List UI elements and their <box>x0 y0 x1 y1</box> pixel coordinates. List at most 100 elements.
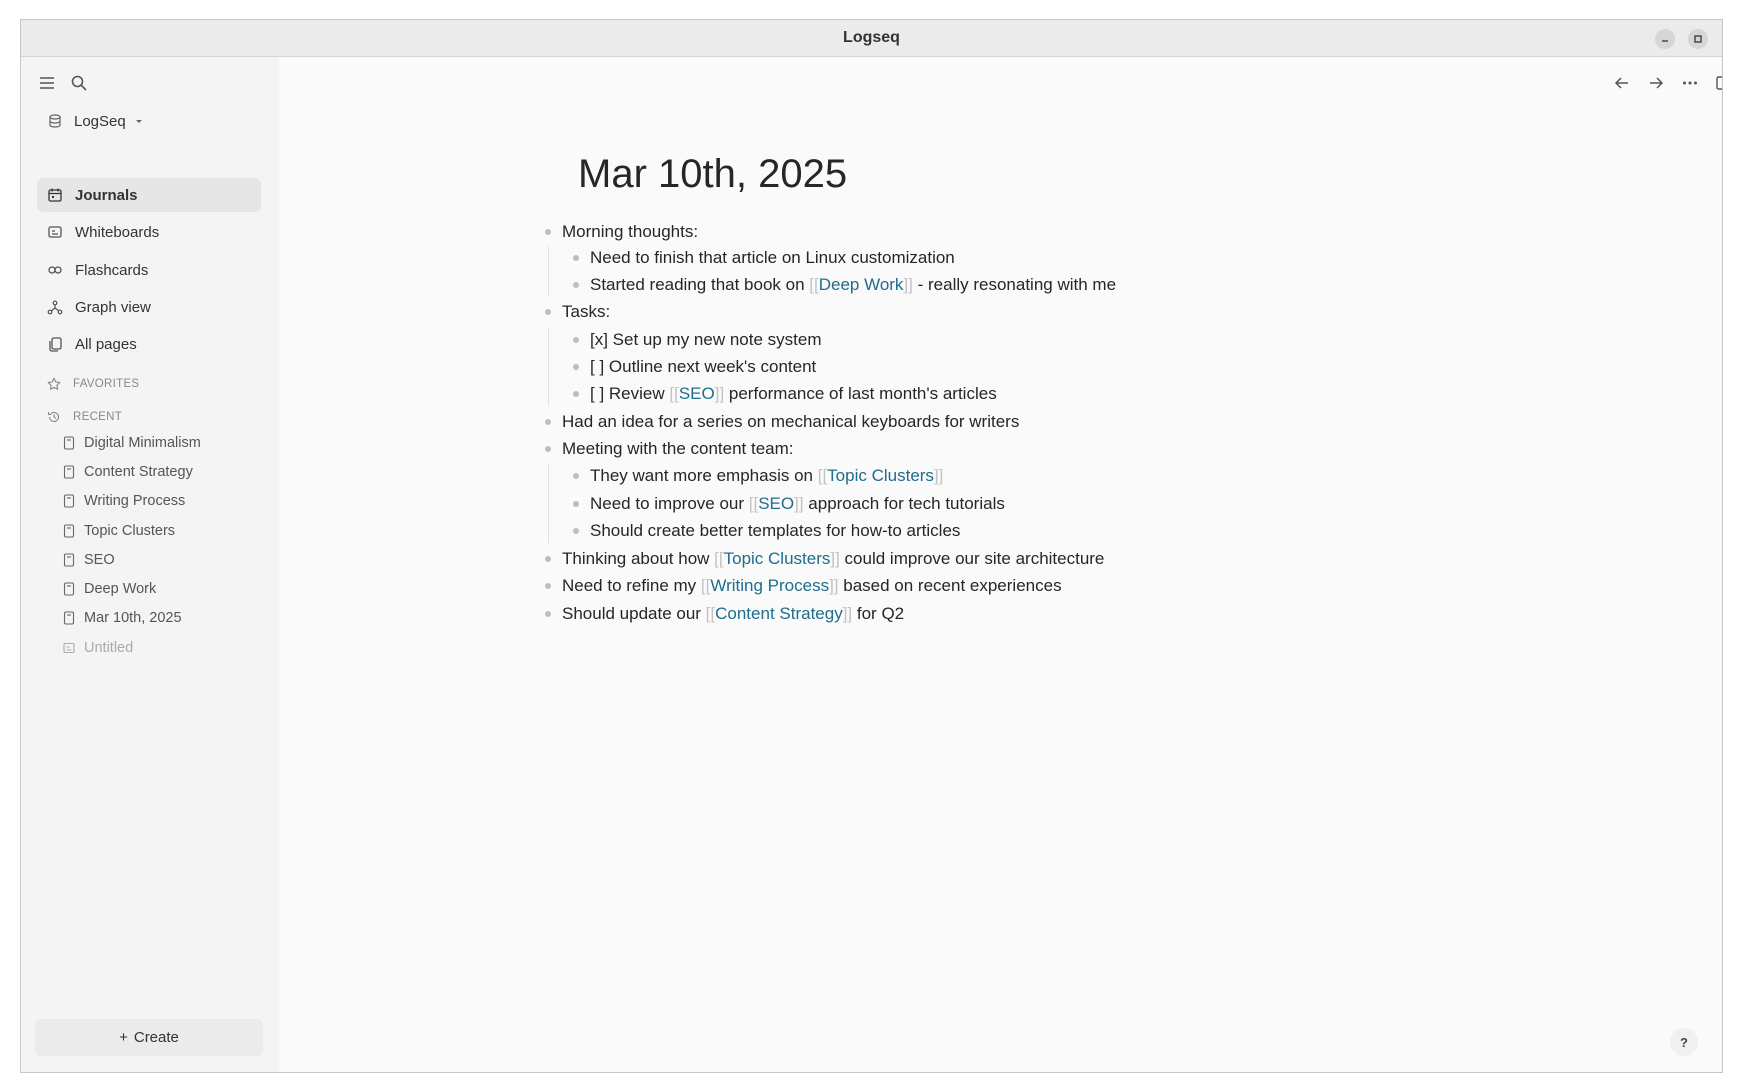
block-text: Had an idea for a series on mechanical k… <box>562 412 1020 431</box>
block-bullet[interactable] <box>573 282 579 288</box>
whiteboard-icon <box>47 224 63 240</box>
page-reference[interactable]: [[Topic Clusters]] <box>714 549 840 569</box>
block-bullet[interactable] <box>573 364 579 370</box>
block-bullet[interactable] <box>545 611 551 617</box>
repo-selector[interactable]: LogSeq <box>47 109 144 133</box>
block-text: Meeting with the content team: <box>562 439 794 458</box>
create-label: Create <box>133 1029 179 1046</box>
block-bullet[interactable] <box>573 528 579 534</box>
block-bullet[interactable] <box>573 473 579 479</box>
page-title[interactable]: Mar 10th, 2025 <box>578 152 847 197</box>
block-bullet[interactable] <box>545 419 551 425</box>
reference-bracket: [[ <box>748 494 759 513</box>
page-reference-label[interactable]: Topic Clusters <box>724 549 831 568</box>
recent-item[interactable]: Deep Work <box>63 578 156 600</box>
block-bullet[interactable] <box>573 337 579 343</box>
block-text: based on recent experiences <box>838 576 1062 595</box>
block-bullet[interactable] <box>545 556 551 562</box>
right-sidebar-toggle[interactable] <box>1712 71 1722 95</box>
recent-section-header[interactable]: RECENT <box>47 408 122 426</box>
block-bullet[interactable] <box>573 391 579 397</box>
back-button[interactable] <box>1610 71 1634 95</box>
search-icon <box>71 75 87 91</box>
nav-all-pages[interactable]: All pages <box>37 327 261 361</box>
reference-bracket: [[ <box>705 604 716 623</box>
child-block[interactable]: Started reading that book on [[Deep Work… <box>590 266 1116 304</box>
favorites-section-header[interactable]: FAVORITES <box>47 375 139 393</box>
recent-item[interactable]: Mar 10th, 2025 <box>63 607 182 629</box>
page-reference[interactable]: [[Topic Clusters]] <box>818 466 944 486</box>
page-icon <box>63 582 75 596</box>
more-button[interactable] <box>1678 71 1702 95</box>
recent-item[interactable]: Content Strategy <box>63 461 193 483</box>
page-reference[interactable]: [[Writing Process]] <box>701 576 839 596</box>
history-icon <box>47 410 61 424</box>
help-button[interactable]: ? <box>1670 1028 1698 1056</box>
reference-bracket: ]] <box>830 549 840 568</box>
page-reference-label[interactable]: Topic Clusters <box>827 466 934 485</box>
search-button[interactable] <box>67 71 91 95</box>
block-text: could improve our site architecture <box>839 549 1105 568</box>
nav-whiteboards[interactable]: Whiteboards <box>37 215 261 249</box>
main-content: Mar 10th, 2025 Morning thoughts: Need to … <box>279 57 1722 1072</box>
block-text: [x] Set up my new note system <box>590 330 822 349</box>
nav-graph-view[interactable]: Graph view <box>37 290 261 324</box>
page-icon <box>63 436 75 450</box>
page-icon <box>63 553 75 567</box>
recent-item-label: Digital Minimalism <box>84 435 201 451</box>
infinity-icon <box>47 262 63 278</box>
block-bullet[interactable] <box>573 255 579 261</box>
block-text: They want more emphasis on <box>590 466 818 485</box>
nav-label: Graph view <box>75 298 151 316</box>
create-button[interactable]: + Create <box>35 1019 263 1056</box>
block-text: [ ] Review <box>590 384 670 403</box>
repo-name: LogSeq <box>74 112 126 130</box>
close-button[interactable] <box>1722 29 1723 49</box>
block-text: for Q2 <box>852 604 905 623</box>
page-reference-label[interactable]: SEO <box>758 494 794 513</box>
nav-label: Whiteboards <box>75 223 160 241</box>
block-bullet[interactable] <box>545 309 551 315</box>
minimize-button[interactable] <box>1655 29 1675 49</box>
block-text: Thinking about how <box>562 549 715 568</box>
page-reference-label[interactable]: Writing Process <box>710 576 829 595</box>
forward-button[interactable] <box>1644 71 1668 95</box>
page-reference-label[interactable]: Content Strategy <box>715 604 843 623</box>
page-reference[interactable]: [[Deep Work]] <box>809 275 913 295</box>
nav-flashcards[interactable]: Flashcards <box>37 253 261 287</box>
indent-guide <box>548 464 549 543</box>
block-bullet[interactable] <box>545 229 551 235</box>
reference-bracket: ]] <box>794 494 804 513</box>
indent-guide <box>548 328 549 406</box>
block-bullet[interactable] <box>573 501 579 507</box>
page-reference[interactable]: [[SEO]] <box>669 384 724 404</box>
block-bullet[interactable] <box>545 446 551 452</box>
page-reference[interactable]: [[Content Strategy]] <box>706 604 852 624</box>
reference-bracket: [[ <box>714 549 724 568</box>
database-icon <box>47 113 63 129</box>
block-bullet[interactable] <box>545 583 551 589</box>
nav-journals[interactable]: Journals <box>37 178 261 212</box>
nav-label: Flashcards <box>75 261 149 279</box>
reference-bracket: ]] <box>933 466 944 485</box>
arrow-right-icon <box>1650 77 1664 89</box>
block-text: Should update our <box>562 604 706 623</box>
recent-item[interactable]: Untitled <box>63 637 133 659</box>
recent-item[interactable]: Topic Clusters <box>63 520 175 542</box>
page-reference[interactable]: [[SEO]] <box>749 494 804 514</box>
block-text: approach for tech tutorials <box>803 494 1005 513</box>
block[interactable]: Should update our [[Content Strategy]] f… <box>562 595 904 633</box>
block-text: Need to improve our <box>590 494 749 513</box>
page-reference-label[interactable]: SEO <box>679 384 715 403</box>
recent-item[interactable]: SEO <box>63 549 115 571</box>
recent-item[interactable]: Digital Minimalism <box>63 432 201 454</box>
maximize-button[interactable] <box>1688 29 1708 49</box>
star-icon <box>47 377 61 391</box>
menu-toggle-button[interactable] <box>35 71 59 95</box>
block-text: Should create better templates for how-t… <box>590 521 961 540</box>
sidebar-right-icon <box>1716 76 1722 90</box>
page-reference-label[interactable]: Deep Work <box>819 275 904 294</box>
left-sidebar: LogSeq Journals Whiteboards Flashcards G… <box>21 57 279 1072</box>
pages-icon <box>47 336 63 352</box>
recent-item[interactable]: Writing Process <box>63 490 185 512</box>
